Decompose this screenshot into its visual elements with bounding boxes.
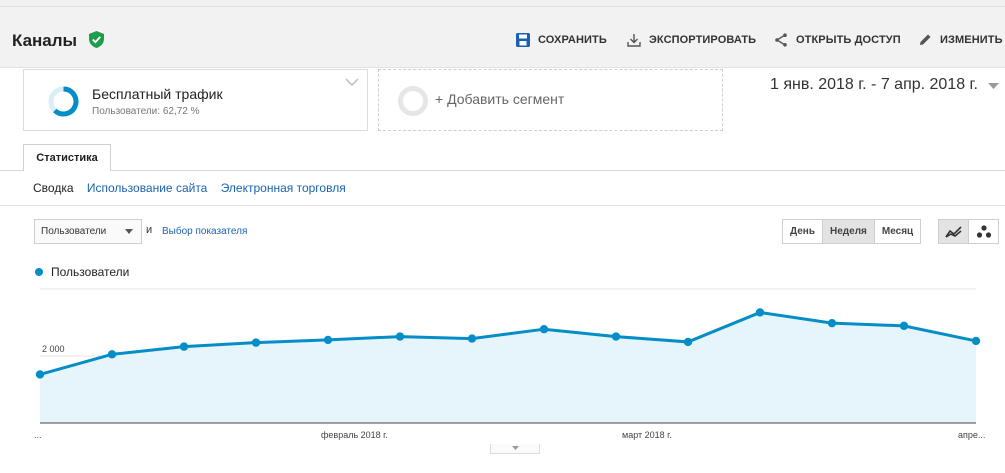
subnav-site-usage[interactable]: Использование сайта xyxy=(87,181,208,195)
and-label: и xyxy=(146,224,153,236)
pencil-icon xyxy=(920,34,931,45)
tab-statistics[interactable]: Статистика xyxy=(23,144,111,171)
data-point xyxy=(899,321,909,331)
x-tick-label: март 2018 г. xyxy=(622,430,672,440)
top-strip xyxy=(0,0,1005,7)
bubble-chart-icon xyxy=(976,224,991,238)
subnav-ecommerce[interactable]: Электронная торговля xyxy=(221,181,346,195)
legend-label: Пользователи xyxy=(51,265,130,279)
share-button[interactable]: ОТКРЫТЬ ДОСТУП xyxy=(774,33,901,47)
tab-strip-line xyxy=(0,170,1005,171)
save-button[interactable]: СОХРАНИТЬ xyxy=(516,33,607,47)
save-icon xyxy=(516,33,530,47)
data-point xyxy=(467,334,477,343)
caret-down-icon xyxy=(512,446,519,450)
page-title: Каналы xyxy=(12,31,78,50)
subnav-summary[interactable]: Сводка xyxy=(33,181,74,195)
x-tick-label: апре... xyxy=(958,430,985,440)
data-point xyxy=(251,338,261,347)
motion-chart-button[interactable] xyxy=(969,220,998,243)
segment-card-active[interactable]: Бесплатный трафик Пользователи: 62,72 % xyxy=(23,69,368,131)
date-range-picker[interactable]: 1 янв. 2018 г. - 7 апр. 2018 г. xyxy=(770,76,978,94)
y-tick-label: 2 000 xyxy=(42,344,65,354)
legend-dot xyxy=(35,268,43,276)
data-point xyxy=(827,318,837,328)
edit-label: ИЗМЕНИТЬ xyxy=(940,34,1003,46)
chart-scroll-handle[interactable] xyxy=(490,444,540,454)
data-point xyxy=(323,335,333,345)
divider xyxy=(0,205,1005,206)
verified-shield-icon xyxy=(89,31,104,48)
share-label: ОТКРЫТЬ ДОСТУП xyxy=(796,34,901,46)
series-area xyxy=(40,312,976,423)
period-day-button[interactable]: День xyxy=(783,220,823,243)
save-label: СОХРАНИТЬ xyxy=(538,34,607,46)
empty-segment-ring-icon xyxy=(398,86,428,116)
data-point xyxy=(539,325,549,334)
chart-type-toggle xyxy=(938,219,999,244)
data-point xyxy=(179,342,189,351)
data-point xyxy=(395,332,405,341)
add-segment-card[interactable]: + Добавить сегмент xyxy=(378,69,723,131)
data-point xyxy=(611,332,621,341)
users-line-chart: 4 000 2 000... февраль 2018 г. март 2018 г.… xyxy=(34,285,985,440)
select-metric-link[interactable]: Выбор показателя xyxy=(162,226,247,237)
segment-detail: Пользователи: 62,72 % xyxy=(92,106,200,117)
add-segment-label: + Добавить сегмент xyxy=(435,91,565,107)
period-month-button[interactable]: Месяц xyxy=(874,220,921,243)
chart-legend: Пользователи xyxy=(35,265,129,279)
data-point xyxy=(971,336,981,346)
caret-down-icon xyxy=(125,229,133,234)
period-toggle: День Неделя Месяц xyxy=(782,219,922,244)
x-tick-label: ... xyxy=(34,430,42,440)
download-icon xyxy=(627,34,641,47)
report-subnav: Сводка Использование сайта Электронная т… xyxy=(33,181,356,195)
data-point xyxy=(755,308,765,317)
segment-ring-icon xyxy=(48,86,79,117)
metric-select[interactable]: Пользователи xyxy=(34,219,142,244)
data-point xyxy=(683,337,693,347)
segment-name: Бесплатный трафик xyxy=(92,86,223,102)
data-point xyxy=(107,350,117,359)
caret-down-icon[interactable] xyxy=(988,83,999,90)
line-chart-button[interactable] xyxy=(939,220,969,243)
chevron-down-icon[interactable] xyxy=(345,78,359,87)
share-icon xyxy=(775,33,787,47)
x-tick-label: февраль 2018 г. xyxy=(321,430,388,440)
edit-button[interactable]: ИЗМЕНИТЬ xyxy=(918,33,1003,47)
line-chart-icon xyxy=(945,226,962,238)
period-week-button[interactable]: Неделя xyxy=(823,220,875,243)
export-label: ЭКСПОРТИРОВАТЬ xyxy=(649,34,757,46)
y-tick-label: 4 000 xyxy=(42,285,65,287)
data-point xyxy=(35,370,45,379)
metric-select-value: Пользователи xyxy=(41,226,107,237)
export-button[interactable]: ЭКСПОРТИРОВАТЬ xyxy=(627,33,756,47)
